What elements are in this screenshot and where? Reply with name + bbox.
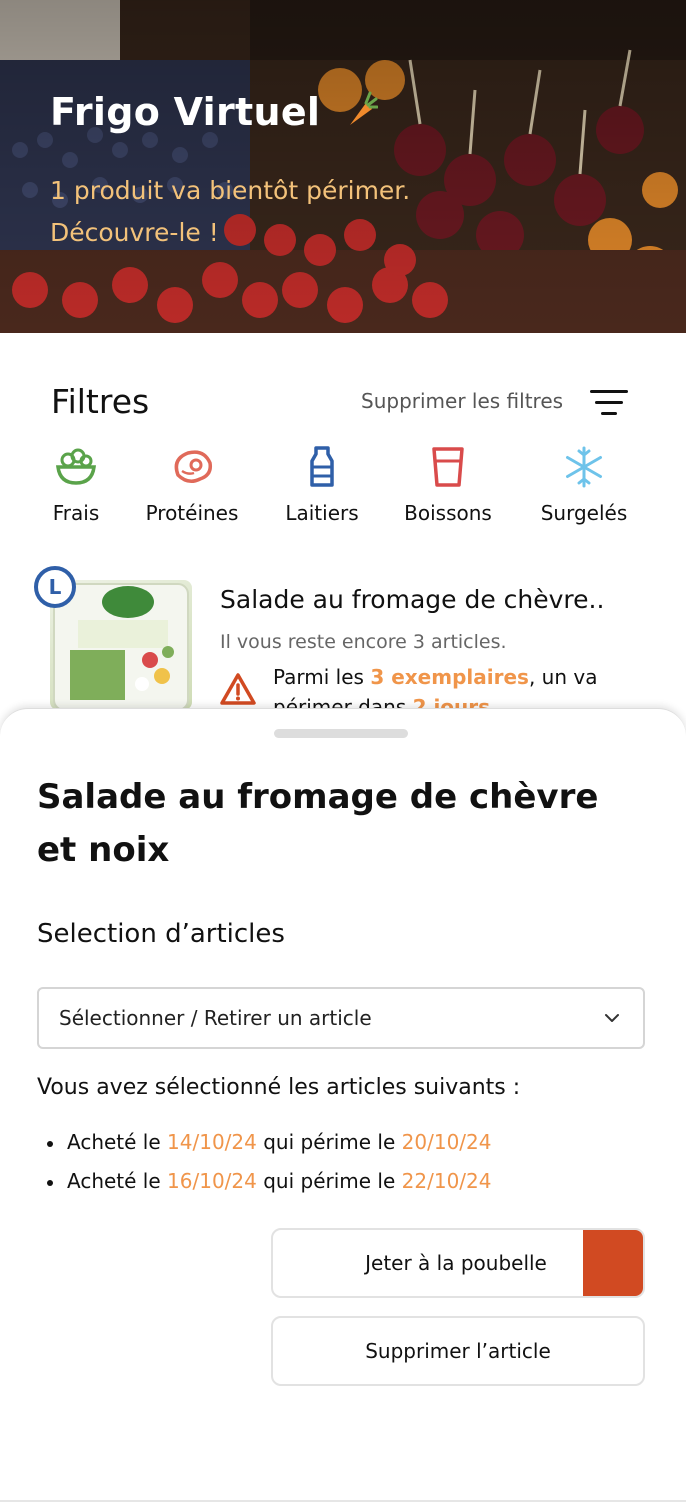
item-text: Acheté le: [67, 1130, 168, 1154]
throw-away-button[interactable]: Jeter à la poubelle: [271, 1228, 645, 1298]
filter-category-frais[interactable]: Frais: [48, 445, 104, 525]
filter-category-label: Frais: [52, 501, 100, 525]
filter-category-surgeles[interactable]: Surgelés: [536, 445, 632, 525]
page-title-text: Frigo Virtuel: [50, 90, 321, 134]
filter-category-label: Protéines: [145, 501, 239, 525]
list-item: Acheté le 16/10/24 qui périme le 22/10/2…: [47, 1162, 491, 1201]
sheet-product-title: Salade au fromage de chèvre et noix: [37, 777, 599, 870]
expiry-alert-line2: Découvre-le !: [50, 218, 219, 247]
salad-icon: [54, 445, 98, 489]
article-select-dropdown[interactable]: Sélectionner / Retirer un article: [37, 987, 645, 1049]
expiry-alert-line1: 1 produit va bientôt périmer.: [50, 176, 411, 205]
filter-category-label: Boissons: [404, 501, 492, 525]
button-accent: [583, 1230, 643, 1296]
hero-banner: Frigo Virtuel 1 produit va bientôt périm…: [0, 0, 686, 333]
warning-count-highlight: 3 exemplaires: [370, 665, 529, 689]
throw-away-label: Jeter à la poubelle: [365, 1251, 547, 1275]
product-remaining-count: Il vous reste encore 3 articles.: [220, 631, 507, 653]
product-bottom-sheet: Salade au fromage de chèvre et noix Sele…: [0, 708, 686, 1502]
purchase-date: 16/10/24: [167, 1169, 257, 1193]
selection-heading: Selection d’articles: [37, 919, 285, 949]
delete-article-label: Supprimer l’article: [365, 1339, 551, 1363]
clear-filters-link[interactable]: Supprimer les filtres: [361, 389, 563, 413]
bullet: [47, 1179, 53, 1186]
hero-overlay: [0, 0, 686, 333]
expiry-date: 20/10/24: [401, 1130, 492, 1154]
warning-text: Parmi les: [273, 665, 371, 689]
warning-icon: [220, 672, 256, 706]
chevron-down-icon: [603, 1009, 621, 1027]
sheet-drag-handle[interactable]: [274, 729, 408, 738]
item-text: qui périme le: [256, 1169, 402, 1193]
snowflake-icon: [562, 445, 606, 489]
store-brand-badge: L: [34, 566, 76, 608]
item-text: qui périme le: [256, 1130, 402, 1154]
expiry-date: 22/10/24: [401, 1169, 492, 1193]
milk-bottle-icon: [300, 445, 344, 489]
filter-menu-icon[interactable]: [590, 388, 628, 418]
delete-article-button[interactable]: Supprimer l’article: [271, 1316, 645, 1386]
filter-category-label: Surgelés: [540, 501, 628, 525]
filter-category-boissons[interactable]: Boissons: [400, 445, 496, 525]
item-text: Acheté le: [67, 1169, 168, 1193]
page-title: Frigo Virtuel: [50, 90, 379, 138]
filter-category-proteines[interactable]: Protéines: [140, 445, 244, 525]
carrot-icon: [344, 91, 379, 138]
filter-category-laitiers[interactable]: Laitiers: [282, 445, 362, 525]
selected-articles-list: Acheté le 14/10/24 qui périme le 20/10/2…: [47, 1123, 491, 1201]
expiry-alert-text[interactable]: 1 produit va bientôt périmer. Découvre-l…: [50, 170, 410, 254]
meat-icon: [170, 445, 214, 489]
selected-articles-heading: Vous avez sélectionné les articles suiva…: [37, 1075, 521, 1100]
filters-heading: Filtres: [51, 382, 150, 421]
list-item: Acheté le 14/10/24 qui périme le 20/10/2…: [47, 1123, 491, 1162]
filter-category-label: Laitiers: [285, 501, 359, 525]
warning-text: , un va: [528, 665, 598, 689]
product-title[interactable]: Salade au fromage de chèvre..: [220, 585, 604, 614]
glass-icon: [426, 445, 470, 489]
dropdown-placeholder: Sélectionner / Retirer un article: [59, 1006, 372, 1030]
purchase-date: 14/10/24: [167, 1130, 257, 1154]
bullet: [47, 1140, 53, 1147]
